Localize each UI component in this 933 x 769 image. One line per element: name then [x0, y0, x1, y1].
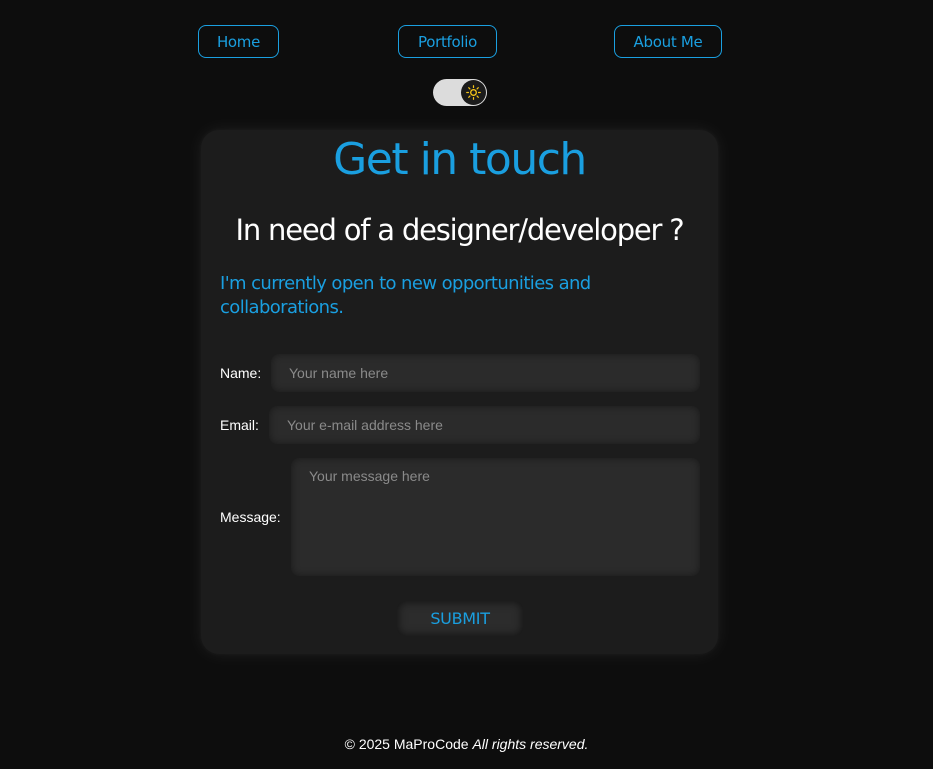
- email-input[interactable]: [269, 406, 700, 444]
- nav-about-button[interactable]: About Me: [614, 25, 722, 58]
- theme-toggle[interactable]: [433, 79, 487, 106]
- name-input[interactable]: [271, 354, 700, 392]
- email-label: Email:: [220, 417, 259, 433]
- submit-button[interactable]: SUBMIT: [397, 601, 523, 636]
- message-textarea[interactable]: [291, 458, 700, 576]
- toggle-knob: [461, 80, 486, 105]
- footer: © 2025 MaProCode All rights reserved.: [0, 736, 933, 752]
- page: Home Portfolio About Me Get in touch In …: [0, 0, 933, 769]
- nav-home-button[interactable]: Home: [198, 25, 279, 58]
- nav-portfolio-button[interactable]: Portfolio: [398, 25, 497, 58]
- sun-icon: [466, 85, 481, 100]
- footer-rights: All rights reserved.: [472, 736, 589, 752]
- message-label: Message:: [220, 509, 281, 525]
- contact-subtitle: In need of a designer/developer ?: [235, 213, 685, 247]
- contact-card: Get in touch In need of a designer/devel…: [201, 130, 718, 654]
- name-label: Name:: [220, 365, 262, 381]
- footer-copyright: © 2025 MaProCode: [344, 736, 469, 752]
- page-title: Get in touch: [333, 134, 587, 185]
- contact-intro: I'm currently open to new opportunities …: [220, 273, 591, 318]
